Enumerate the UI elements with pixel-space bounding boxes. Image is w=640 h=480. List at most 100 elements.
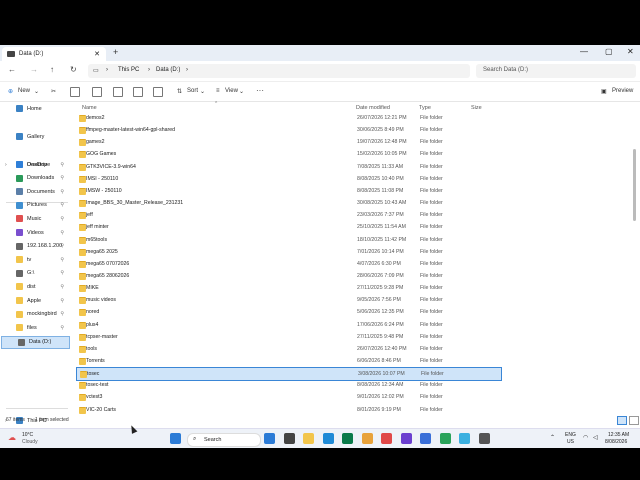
file-row[interactable]: Torrents 6/06/2026 8:46 PM File folder <box>76 355 504 367</box>
taskbar-app-icon[interactable] <box>264 433 275 444</box>
sidebar-item-apple[interactable]: Apple ⚲ <box>0 295 70 306</box>
taskbar-search[interactable]: ⌕ Search <box>187 433 261 447</box>
wifi-icon[interactable]: ◠ <box>583 434 588 441</box>
tab-data-d[interactable]: Data (D:) ✕ <box>2 47 106 61</box>
column-header-type[interactable]: Type <box>419 105 431 111</box>
weather-icon[interactable]: ☁ <box>8 433 16 442</box>
region[interactable]: US <box>567 439 574 445</box>
file-row[interactable]: jeff 23/03/2026 7:37 PM File folder <box>76 209 504 221</box>
file-row[interactable]: IMSW - 250110 8/08/2025 11:08 PM File fold… <box>76 185 504 197</box>
close-window-button[interactable]: ✕ <box>627 47 634 56</box>
file-row[interactable]: tosec-test 8/08/2026 12:34 AM File folder <box>76 379 504 391</box>
vertical-scrollbar[interactable] <box>633 149 636 221</box>
column-header-date[interactable]: Date modified <box>356 105 390 111</box>
maximize-button[interactable]: ▢ <box>605 47 613 56</box>
taskbar-app-icon[interactable] <box>459 433 470 444</box>
taskbar-app-icon[interactable] <box>381 433 392 444</box>
sidebar-item-files[interactable]: files ⚲ <box>0 322 70 333</box>
file-name: tcpser-master <box>86 333 118 340</box>
new-button[interactable]: New <box>18 88 30 94</box>
file-row[interactable]: demos2 26/07/2026 12:21 PM File folder <box>76 112 504 124</box>
sort-button[interactable]: Sort <box>187 88 198 94</box>
taskbar-app-icon[interactable] <box>439 433 451 444</box>
taskbar-app-icon[interactable] <box>400 433 412 444</box>
share-icon[interactable] <box>133 87 143 97</box>
file-row[interactable]: VIC-20 Carts 8/01/2026 9:19 PM File folder <box>76 404 504 416</box>
file-row[interactable]: music videos 9/05/2026 7:56 PM File folder <box>76 294 504 306</box>
taskbar-app-icon[interactable] <box>303 433 314 444</box>
sidebar-item-data-d[interactable]: Data (D:) <box>1 335 70 349</box>
address-bar[interactable]: ▭ › This PC › Data (D:) › <box>88 64 470 78</box>
file-row[interactable]: mega65 2025 7/01/2026 10:14 PM File folder <box>76 246 504 258</box>
file-date: 30/06/2025 8:49 PM <box>357 127 404 134</box>
chevron-up-icon[interactable]: ⌃ <box>550 434 555 441</box>
language[interactable]: ENG <box>565 432 576 438</box>
file-row[interactable]: Image_BBS_30_Master_Release_231231 30/08/… <box>76 197 504 209</box>
folder-icon <box>16 201 23 209</box>
file-row[interactable]: tools 26/07/2026 12:40 PM File folder <box>76 343 504 355</box>
details-view-icon[interactable] <box>617 416 627 425</box>
forward-icon[interactable]: → <box>30 65 38 74</box>
clock-date[interactable]: 8/08/2026 <box>605 439 627 445</box>
column-header-name[interactable]: Name <box>82 105 97 111</box>
file-row[interactable]: GTK3VICE-3.9-win64 7/08/2025 11:33 AM File… <box>76 161 504 173</box>
sidebar-item-downloads[interactable]: Downloads ⚲ <box>0 173 70 184</box>
more-button[interactable]: ··· <box>256 86 264 95</box>
up-icon[interactable]: ↑ <box>50 65 54 74</box>
view-button[interactable]: View <box>225 88 238 94</box>
sort-arrow-icon: ⌃ <box>214 101 219 107</box>
clock-time[interactable]: 12:35 AM <box>608 432 629 438</box>
file-row[interactable]: plus4 17/06/2026 6:24 PM File folder <box>76 319 504 331</box>
file-row[interactable]: m65tools 18/10/2025 11:42 PM File folder <box>76 234 504 246</box>
search-input[interactable]: Search Data (D:) <box>476 64 636 78</box>
preview-button[interactable]: Preview <box>612 88 633 94</box>
file-row[interactable]: games2 19/07/2026 12:48 PM File folder <box>76 136 504 148</box>
sidebar-item-192-168-1-200[interactable]: 192.168.1.200 ⚲ <box>0 241 70 252</box>
copy-icon[interactable] <box>70 87 80 97</box>
sidebar-item-dist[interactable]: dist ⚲ <box>0 281 70 292</box>
sidebar-item-tv[interactable]: tv ⚲ <box>0 254 70 265</box>
file-row[interactable]: mega65 07072026 4/07/2026 6:30 PM File fol… <box>76 258 504 270</box>
sidebar-item-home[interactable]: Home <box>0 103 70 114</box>
back-icon[interactable]: ← <box>8 65 16 74</box>
folder-icon <box>79 394 86 402</box>
cut-icon[interactable]: ✂ <box>51 88 56 95</box>
close-tab-icon[interactable]: ✕ <box>94 50 100 58</box>
sidebar-item-pictures[interactable]: Pictures ⚲ <box>0 200 70 211</box>
delete-icon[interactable] <box>153 87 163 97</box>
rename-icon[interactable] <box>113 87 123 97</box>
refresh-icon[interactable]: ↻ <box>70 65 77 74</box>
file-row[interactable]: ffmpeg-master-latest-win64-gpl-shared 30/… <box>76 124 504 136</box>
sidebar-item-music[interactable]: Music ⚲ <box>0 213 70 224</box>
sidebar-item-videos[interactable]: Videos ⚲ <box>0 227 70 238</box>
file-row[interactable]: tcpser-master 27/11/2025 9:48 PM File fold… <box>76 331 504 343</box>
column-header-size[interactable]: Size <box>471 105 482 111</box>
volume-icon[interactable]: ◁ <box>593 434 598 441</box>
folder-icon <box>16 310 23 318</box>
file-row[interactable]: MIKE 27/11/2025 9:28 PM File folder <box>76 282 504 294</box>
file-row[interactable]: nored 5/06/2026 12:35 PM File folder <box>76 306 504 318</box>
taskbar-app-icon[interactable] <box>478 433 490 444</box>
file-row[interactable]: jeff minter 25/10/2025 11:54 AM File folde… <box>76 221 504 233</box>
sidebar-item-gallery[interactable]: Gallery <box>0 131 70 142</box>
start-icon[interactable] <box>170 433 181 444</box>
paste-icon[interactable] <box>92 87 102 97</box>
breadcrumb-this-pc[interactable]: This PC <box>118 67 139 73</box>
file-row[interactable]: mega65 28062026 28/06/2026 7:09 PM File fo… <box>76 270 504 282</box>
sidebar-item-desktop[interactable]: Desktop ⚲ <box>0 159 70 170</box>
taskbar-app-icon[interactable] <box>420 433 431 444</box>
taskbar-app-icon[interactable] <box>361 433 373 444</box>
taskbar-app-icon[interactable] <box>322 433 334 444</box>
taskbar-app-icon[interactable] <box>283 433 295 444</box>
file-row[interactable]: GOG Games 15/02/2026 10:05 PM File folder <box>76 148 504 160</box>
breadcrumb-data-d[interactable]: Data (D:) <box>156 67 180 73</box>
file-row[interactable]: vctest3 9/01/2026 12:02 PM File folder <box>76 391 504 403</box>
sidebar-item-documents[interactable]: Documents ⚲ <box>0 186 70 197</box>
file-row[interactable]: IMSI - 250110 8/08/2025 10:40 PM File fold… <box>76 173 504 185</box>
sidebar-item-g[interactable]: G:\ ⚲ <box>0 268 70 279</box>
sidebar-item-mockingbird[interactable]: mockingbird ⚲ <box>0 309 70 320</box>
minimize-button[interactable]: — <box>580 47 588 56</box>
tiles-view-icon[interactable] <box>629 416 639 425</box>
taskbar-app-icon[interactable] <box>342 433 353 444</box>
new-tab-button[interactable]: + <box>113 47 118 57</box>
